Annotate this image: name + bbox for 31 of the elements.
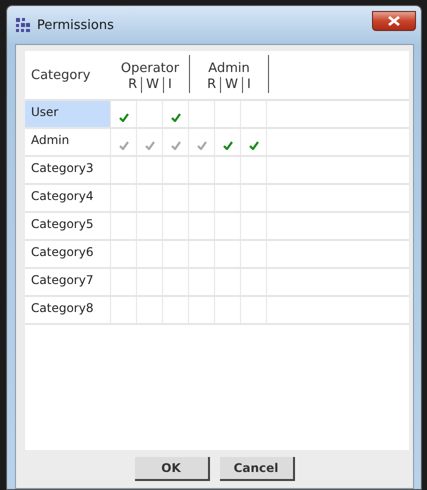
check-icon: [170, 113, 180, 122]
category-cell[interactable]: Category3: [25, 157, 111, 183]
category-cell[interactable]: Category5: [25, 213, 111, 239]
column-header: W: [142, 77, 164, 93]
category-cell[interactable]: Admin: [25, 129, 111, 155]
close-icon: [388, 16, 400, 26]
close-button[interactable]: [372, 11, 416, 31]
column-header: R: [203, 77, 222, 93]
category-cell[interactable]: Category8: [25, 297, 111, 323]
check-icon: [118, 141, 128, 150]
check-icon: [118, 113, 128, 122]
check-icon: [222, 141, 232, 150]
check-icon: [170, 141, 180, 150]
check-icon: [196, 141, 206, 150]
group-header: Admin: [208, 61, 250, 77]
check-icon: [248, 141, 258, 150]
group-header: Operator: [120, 61, 180, 77]
window-title: Permissions: [37, 18, 114, 32]
column-header: I: [167, 77, 173, 93]
category-cell[interactable]: User: [25, 101, 111, 127]
category-cell[interactable]: Category7: [25, 269, 111, 295]
category-cell[interactable]: Category4: [25, 185, 111, 211]
cancel-button[interactable]: Cancel: [220, 457, 294, 481]
column-header: I: [246, 77, 252, 93]
grid-icon: [15, 17, 31, 33]
category-cell[interactable]: Category6: [25, 241, 111, 267]
check-icon: [144, 141, 154, 150]
ok-button[interactable]: OK: [134, 457, 210, 481]
column-header: R: [124, 77, 142, 93]
column-header: Category: [30, 66, 92, 84]
column-header: W: [221, 77, 244, 93]
